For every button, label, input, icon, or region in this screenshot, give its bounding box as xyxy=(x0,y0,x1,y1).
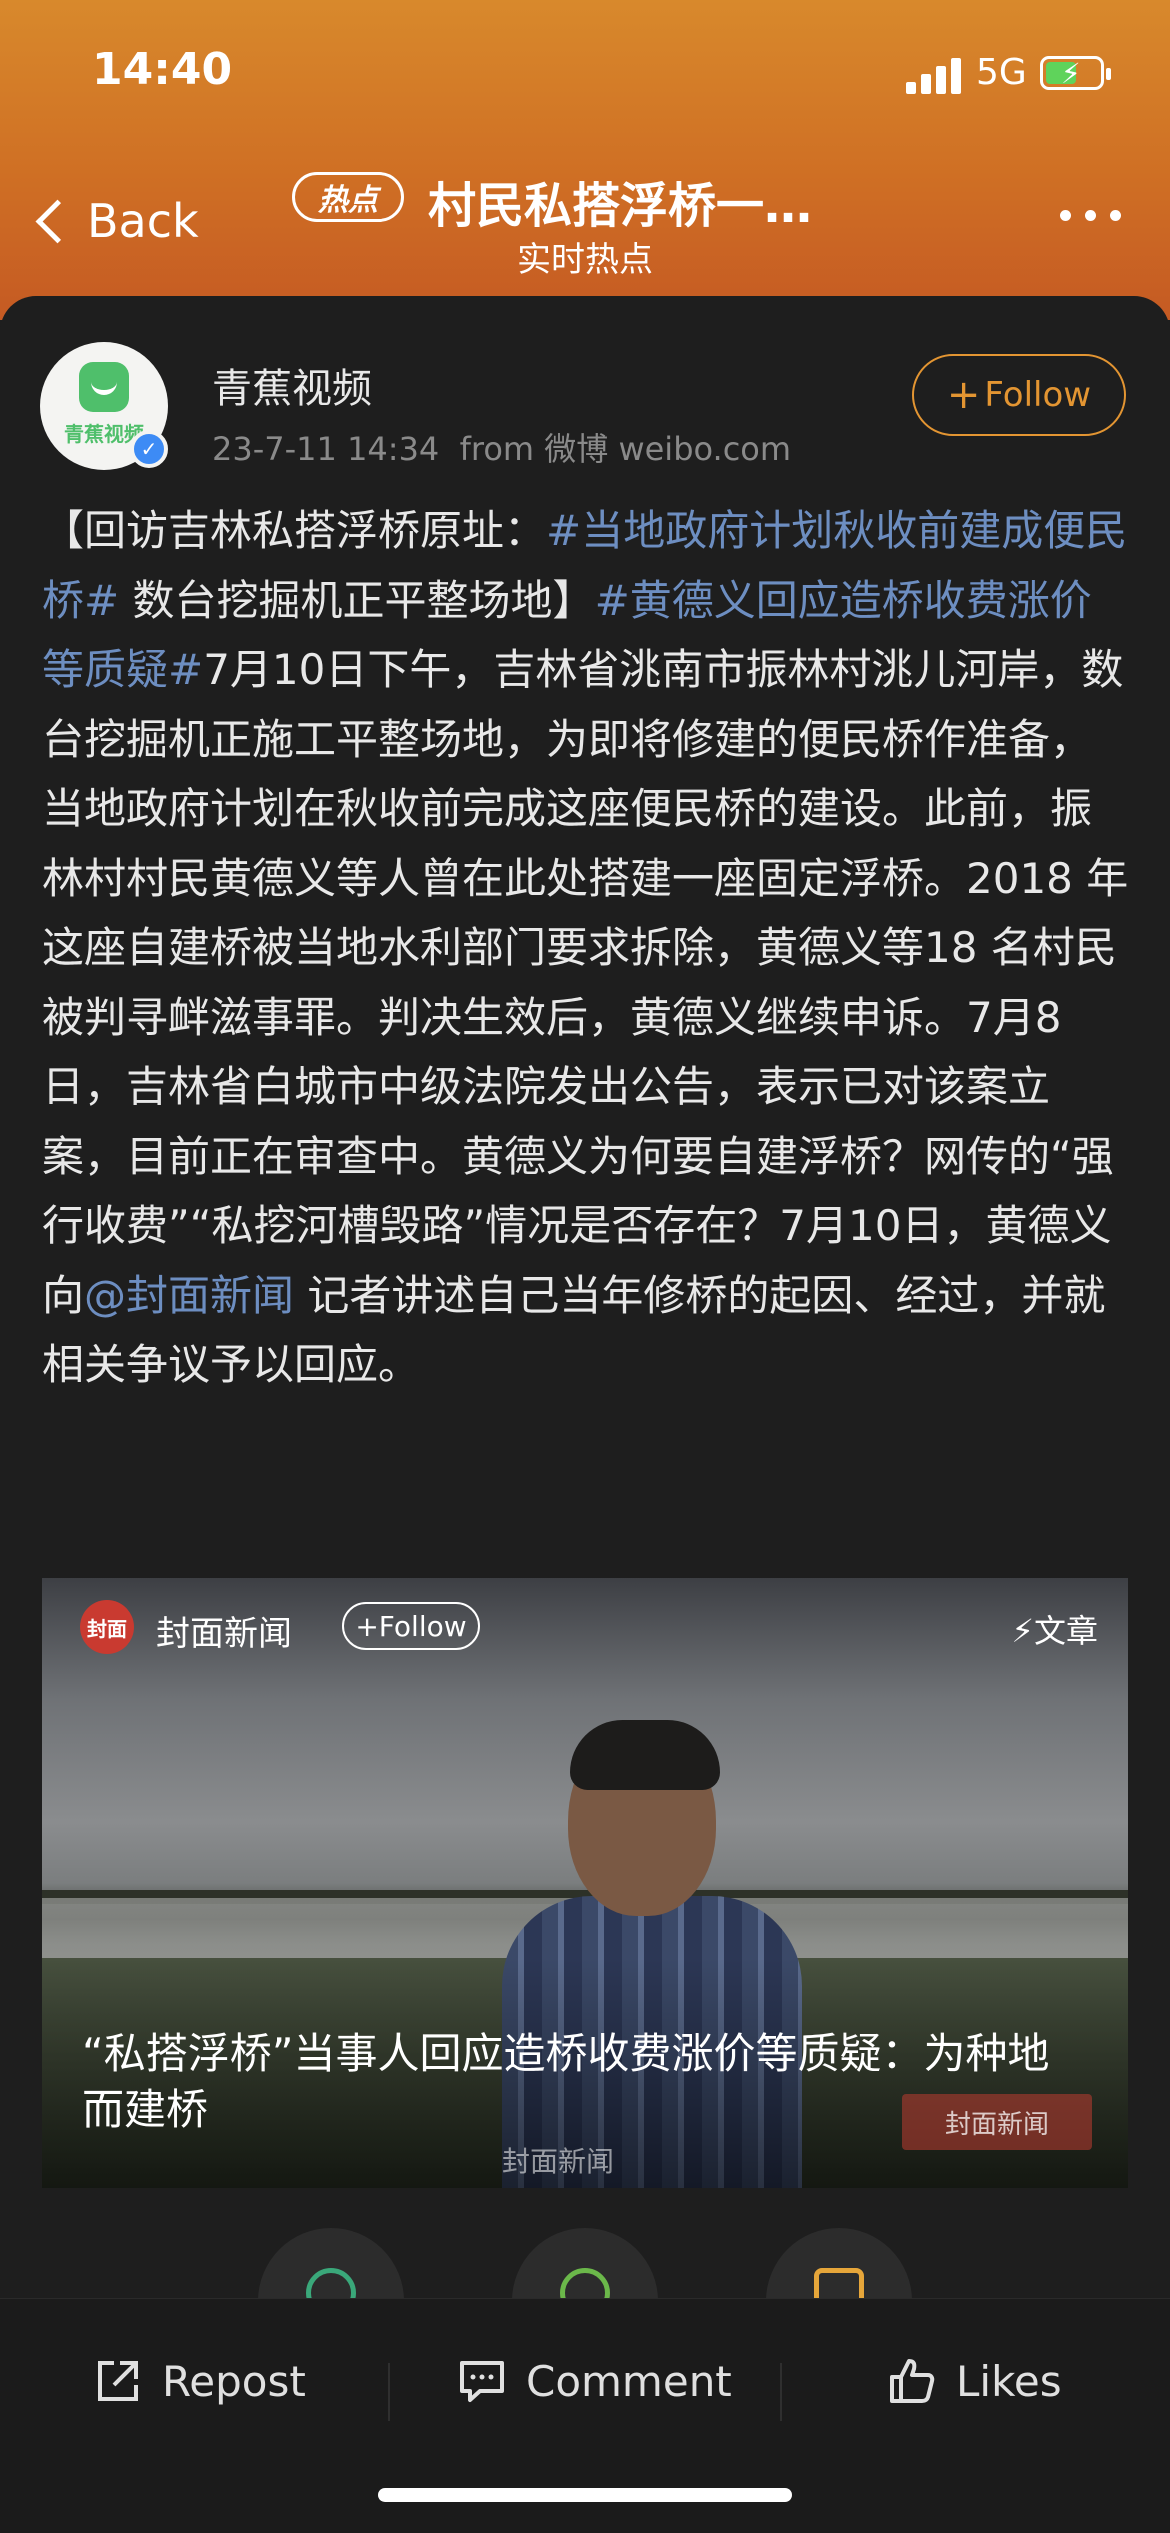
wechat-icon xyxy=(306,2268,356,2300)
likes-label: Likes xyxy=(956,2356,1062,2406)
more-options-icon[interactable] xyxy=(1060,210,1121,221)
post-body: 【回访吉林私搭浮桥原址：#当地政府计划秋收前建成便民桥# 数台挖掘机正平整场地】… xyxy=(42,496,1132,1400)
share-moments-button[interactable] xyxy=(512,2228,658,2300)
verified-icon: ✓ xyxy=(130,430,168,468)
post-meta: 23-7-11 14:34 from 微博 weibo.com xyxy=(212,424,791,470)
page-title-block: 热点 村民私搭浮桥一… 实时热点 xyxy=(290,166,930,286)
article-card[interactable]: 封面 封面新闻 +Follow ⚡文章 “私搭浮桥”当事人回应造桥收费涨价等质疑… xyxy=(42,1578,1128,2188)
image-icon xyxy=(814,2268,864,2300)
source-logo-icon: 封面 xyxy=(80,1600,134,1654)
article-source-name[interactable]: 封面新闻 xyxy=(156,1606,292,1655)
post-text-segment: 【回访吉林私搭浮桥原址： xyxy=(42,506,547,555)
repost-icon xyxy=(98,2361,138,2401)
follow-button[interactable]: + Follow xyxy=(912,354,1126,436)
likes-button[interactable]: Likes xyxy=(886,2331,1062,2431)
share-wechat-button[interactable] xyxy=(258,2228,404,2300)
comment-icon xyxy=(460,2361,504,2402)
post-text-segment: 数台挖掘机正平整场地】 xyxy=(119,575,595,625)
article-follow-button[interactable]: +Follow xyxy=(342,1602,480,1650)
comment-label: Comment xyxy=(526,2356,732,2406)
moments-icon xyxy=(560,2268,610,2300)
repost-label: Repost xyxy=(162,2356,306,2406)
post-time: 23-7-11 14:34 xyxy=(212,430,440,468)
home-indicator[interactable] xyxy=(378,2488,792,2502)
post-text-segment: 7月10日下午，吉林省洮南市振林村洮儿河岸，数台挖掘机正施工平整场地，为即将修建… xyxy=(42,645,1129,1320)
back-button[interactable]: Back xyxy=(32,186,199,256)
plus-icon: + xyxy=(946,372,981,418)
watermark: 封面新闻 xyxy=(502,2145,615,2178)
article-type-label: ⚡文章 xyxy=(1011,1612,1098,1650)
mention-link[interactable]: @封面新闻 xyxy=(84,1271,294,1320)
signal-icon xyxy=(906,58,962,94)
watermark-logo: 封面新闻 xyxy=(902,2094,1092,2150)
status-time: 14:40 xyxy=(92,44,233,95)
comment-button[interactable]: Comment xyxy=(456,2331,732,2431)
network-type: 5G xyxy=(976,52,1027,93)
hot-topic-header: 14:40 5G ⚡ Back 热点 村民私搭浮桥一… 实时热点 xyxy=(0,0,1170,320)
repost-button[interactable]: Repost xyxy=(92,2331,306,2431)
battery-icon: ⚡ xyxy=(1040,56,1111,90)
share-image-button[interactable] xyxy=(766,2228,912,2300)
page-subtitle: 实时热点 xyxy=(517,240,653,280)
back-label: Back xyxy=(87,194,199,248)
page-title: 村民私搭浮桥一… xyxy=(428,178,813,234)
share-row xyxy=(0,2220,1170,2300)
status-bar: 14:40 5G ⚡ xyxy=(0,0,1170,150)
follow-label: Follow xyxy=(984,375,1092,415)
post-source: from 微博 weibo.com xyxy=(459,430,792,468)
hot-badge: 热点 xyxy=(292,172,404,222)
author-name[interactable]: 青蕉视频 xyxy=(212,356,372,414)
thumbs-up-icon xyxy=(890,2359,935,2403)
chevron-left-icon xyxy=(35,199,80,243)
app-logo-icon xyxy=(79,362,129,412)
